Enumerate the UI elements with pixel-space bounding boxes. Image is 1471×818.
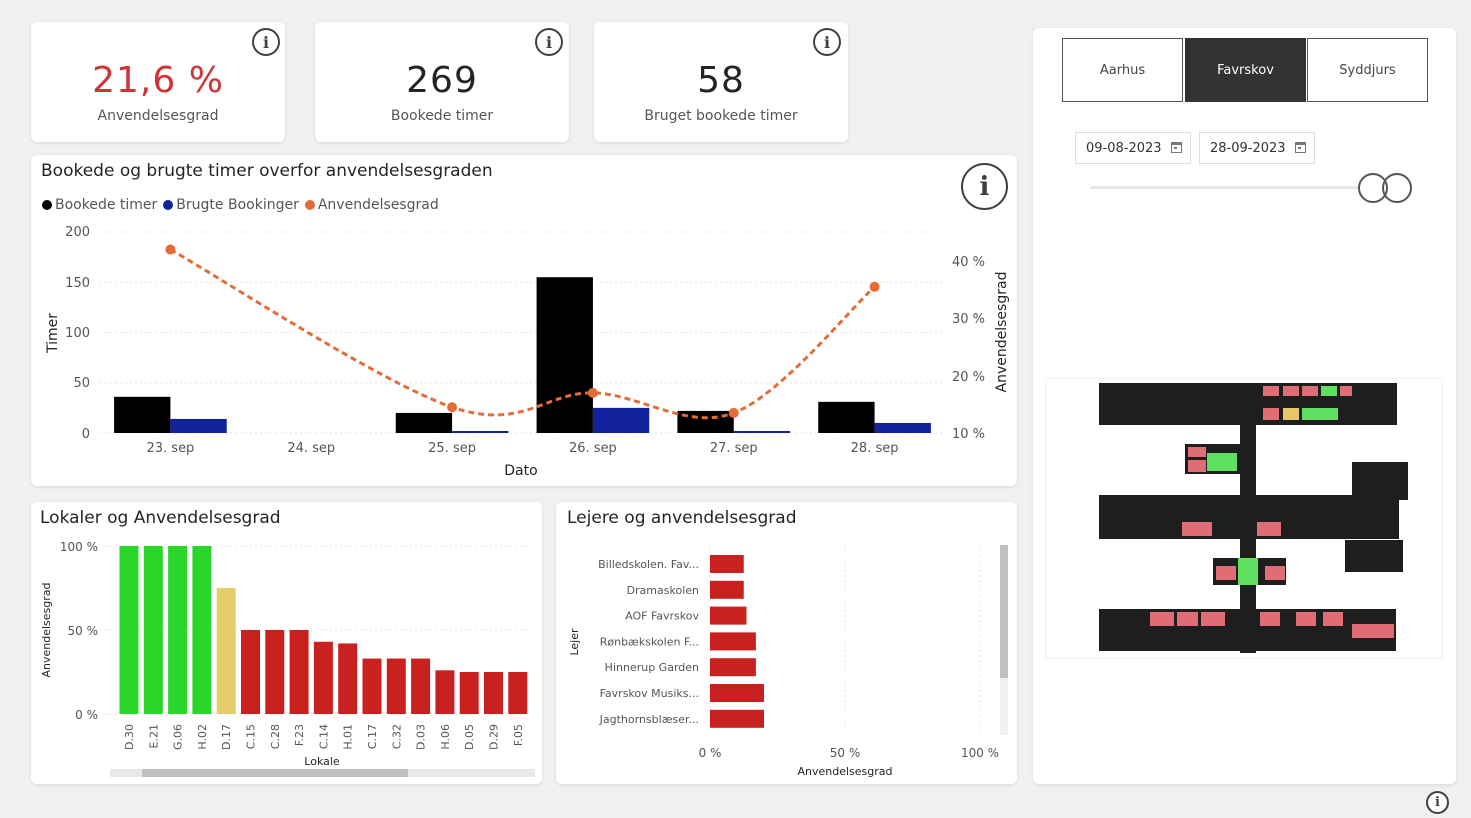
info-icon[interactable]: i <box>535 28 563 56</box>
kpi-value: 58 <box>697 60 745 101</box>
kpi-value: 269 <box>406 60 478 101</box>
kpi-card-bruget-bookede-timer: 58 Bruget bookede timer i <box>594 22 848 142</box>
date-to-input[interactable]: 28-09-2023 <box>1199 132 1315 164</box>
legend-label: Bookede timer <box>55 197 158 213</box>
legend-dot <box>163 200 174 210</box>
calendar-icon[interactable] <box>1295 142 1306 153</box>
combo-chart-legend: Bookede timer Brugte Bookinger Anvendels… <box>42 197 439 213</box>
legend-dot <box>42 200 52 210</box>
slicer-button-aarhus[interactable]: Aarhus <box>1062 38 1183 102</box>
slicer-button-syddjurs[interactable]: Syddjurs <box>1307 38 1428 102</box>
calendar-icon[interactable] <box>1171 142 1182 153</box>
date-from-input[interactable]: 09-08-2023 <box>1075 132 1191 164</box>
legend-label: Brugte Bookinger <box>176 197 299 213</box>
info-icon[interactable]: i <box>813 28 841 56</box>
slicer-button-favrskov[interactable]: Favrskov <box>1185 38 1306 102</box>
info-icon-large[interactable]: i <box>961 163 1008 210</box>
kpi-label: Bruget bookede timer <box>644 108 798 124</box>
legend-item[interactable]: Bookede timer <box>42 197 157 213</box>
date-to-value: 28-09-2023 <box>1210 140 1286 156</box>
legend-dot <box>304 200 315 210</box>
kpi-label: Bookede timer <box>390 108 494 124</box>
kpi-label: Anvendelsesgrad <box>97 108 219 124</box>
legend-item[interactable]: Brugte Bookinger <box>163 197 299 213</box>
date-range-slider-track[interactable] <box>1090 186 1380 189</box>
lokaler-chart-title: Lokaler og Anvendelsesgrad <box>40 508 281 528</box>
date-range-slider-handle-end[interactable] <box>1382 173 1412 203</box>
combo-chart-title: Bookede og brugte timer overfor anvendel… <box>41 161 493 181</box>
legend-label: Anvendelsesgrad <box>317 197 439 213</box>
lokaler-chart-card <box>31 502 542 784</box>
info-icon-page[interactable]: i <box>1426 791 1449 814</box>
lejere-chart-card <box>556 502 1017 784</box>
kpi-card-anvendelsesgrad: 21,6 % Anvendelsesgrad i <box>31 22 285 142</box>
kpi-card-bookede-timer: 269 Bookede timer i <box>315 22 569 142</box>
lejere-chart-title: Lejere og anvendelsesgrad <box>567 508 797 528</box>
info-icon[interactable]: i <box>252 28 280 56</box>
kpi-value: 21,6 % <box>92 60 224 101</box>
legend-item[interactable]: Anvendelsesgrad <box>304 197 439 213</box>
date-from-value: 09-08-2023 <box>1086 140 1162 156</box>
